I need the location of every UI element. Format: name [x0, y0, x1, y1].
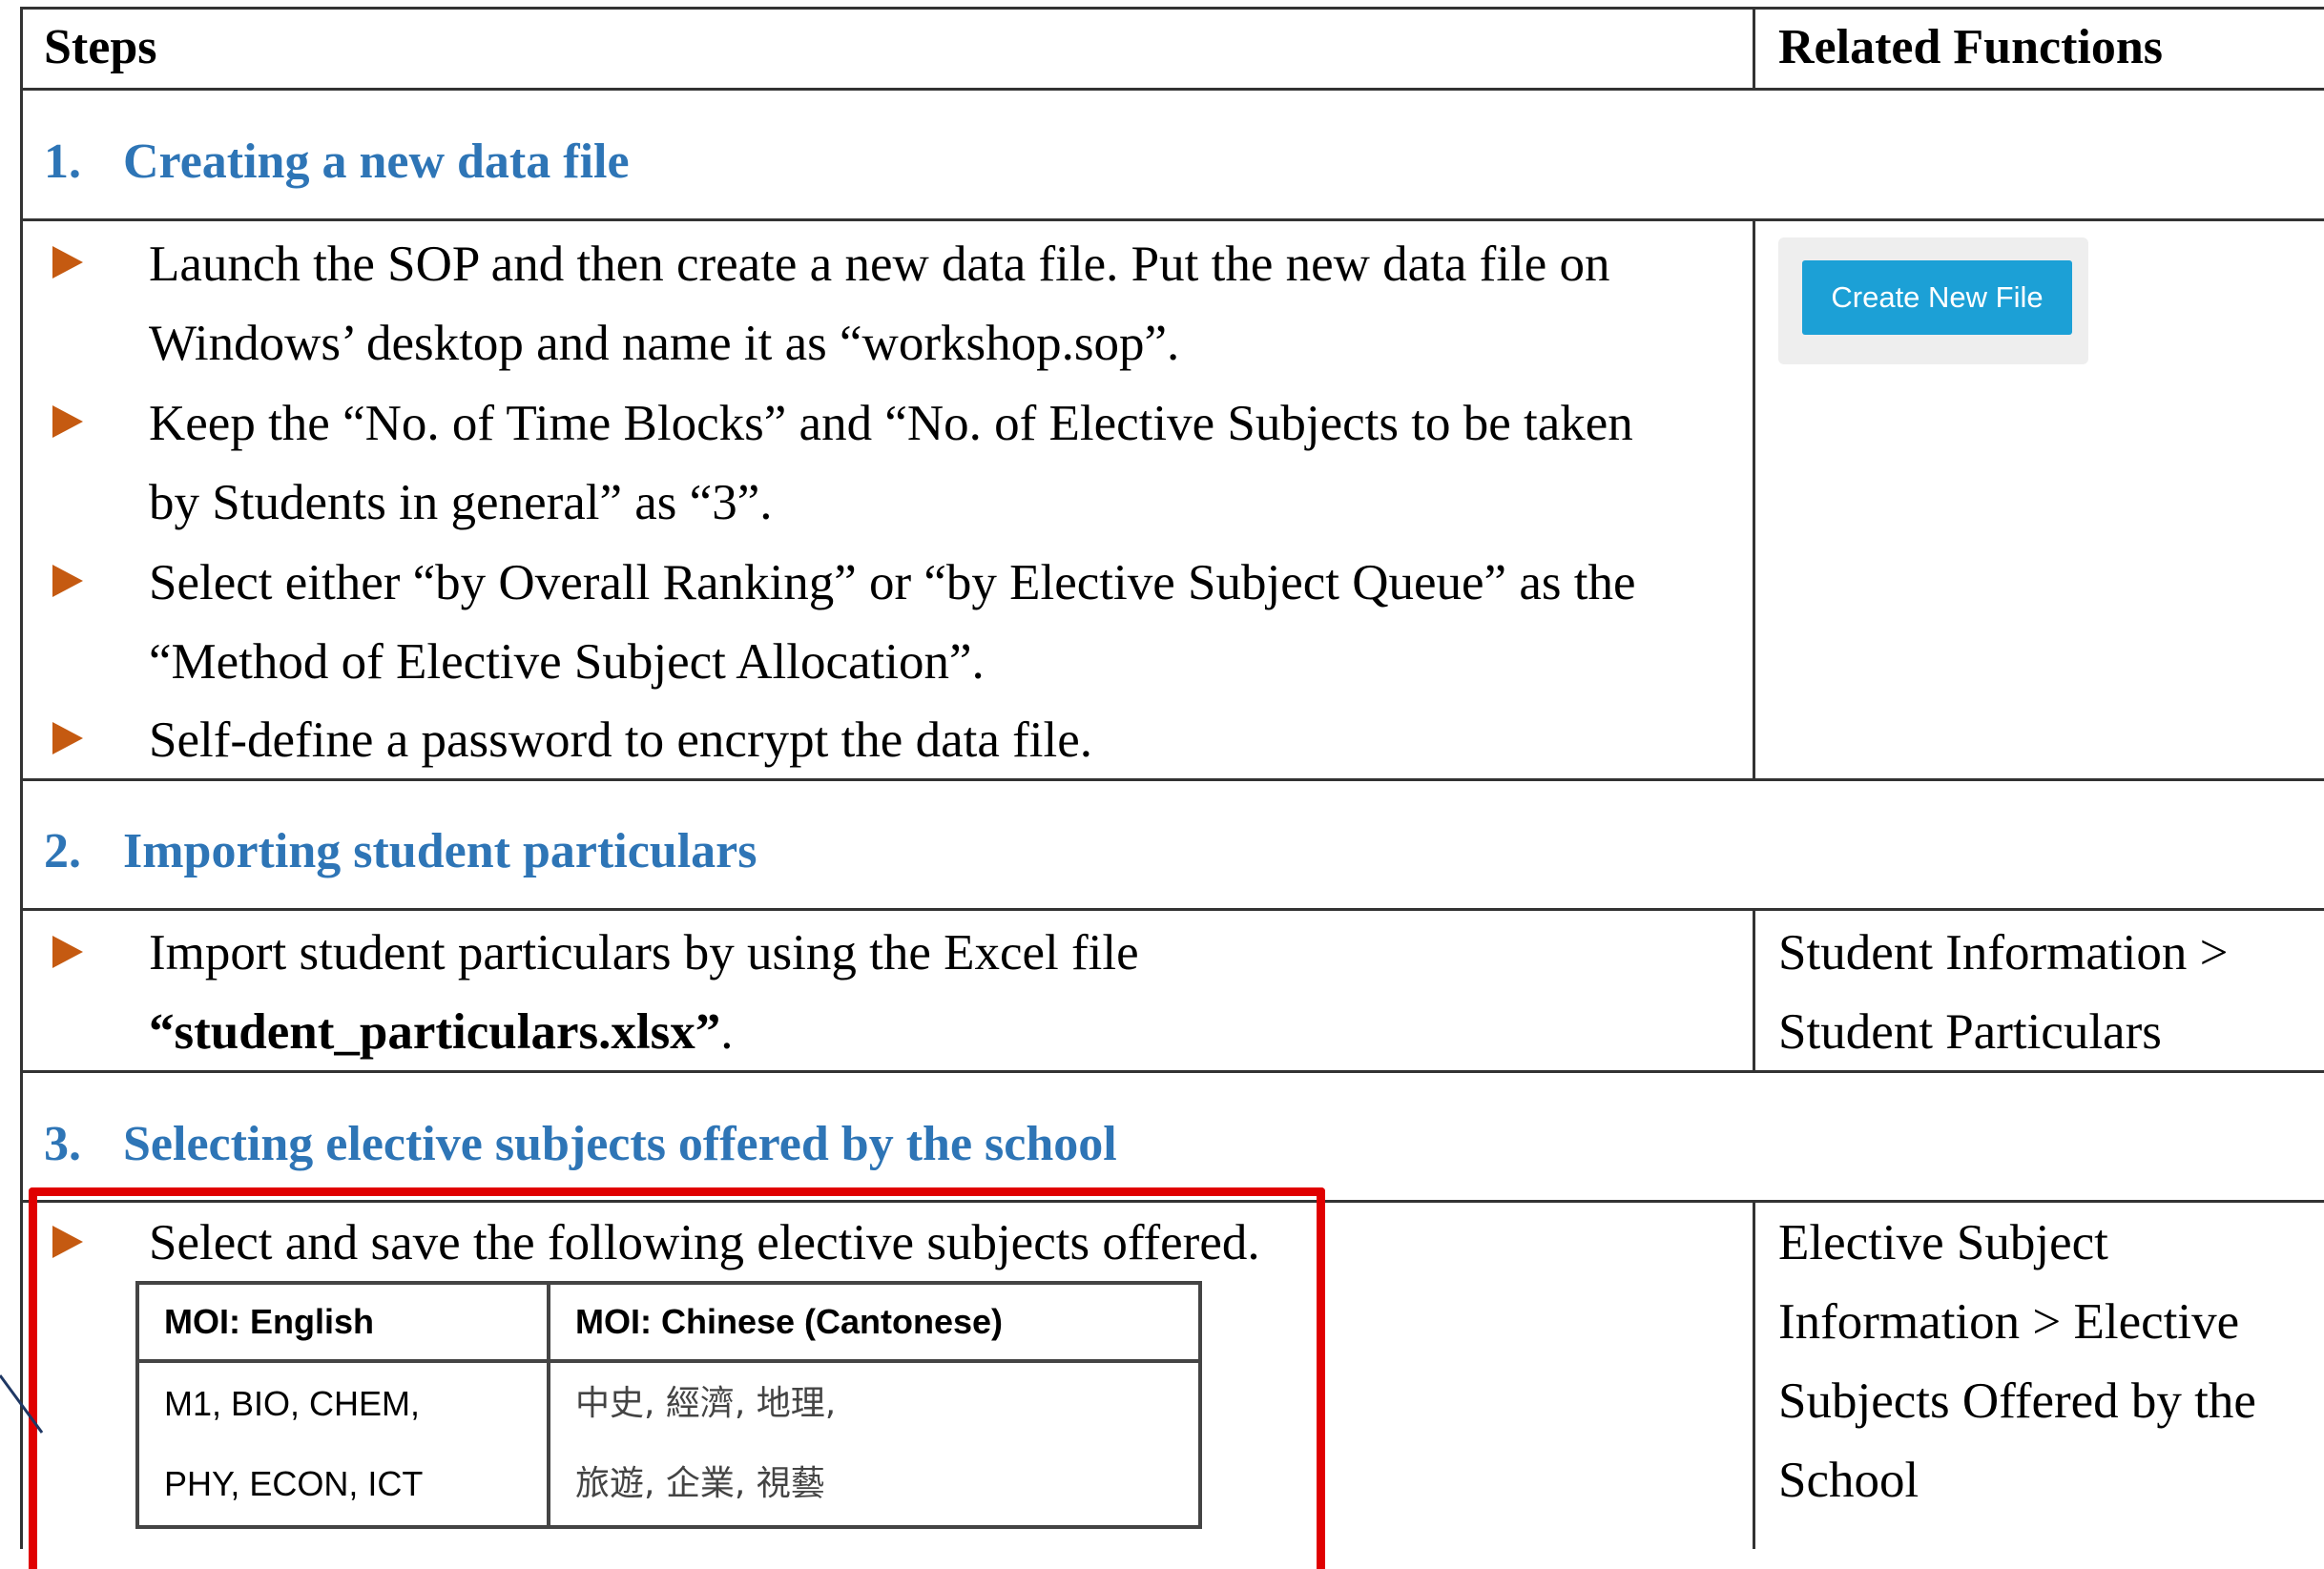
bullet-icon: [52, 722, 83, 754]
create-new-file-panel: Create New File: [1778, 237, 2088, 364]
section1-heading-border: [20, 218, 2324, 221]
create-new-file-button[interactable]: Create New File: [1802, 260, 2072, 335]
callout-pointer: [0, 1374, 44, 1434]
section1-bullet1-line2: Windows’ desktop and name it as “worksho…: [149, 316, 1180, 371]
section1-bullet3-line2: “Method of Elective Subject Allocation”.: [149, 634, 985, 690]
section2-number: 2.: [44, 824, 81, 878]
section1-bullet1-line1: Launch the SOP and then create a new dat…: [149, 237, 1610, 292]
highlight-box: [29, 1187, 1325, 1569]
section1-bullet2-line2: by Students in general” as “3”.: [149, 475, 773, 530]
column-divider-header: [1753, 7, 1755, 91]
section1-number: 1.: [44, 134, 81, 189]
student-particulars-filename: “student_particulars.xlsx”: [149, 1004, 721, 1060]
table-top-border: [20, 7, 2324, 10]
bullet-icon: [52, 565, 83, 597]
section2-bullet1-line1: Import student particulars by using the …: [149, 925, 1139, 981]
column-divider-section2: [1753, 908, 1755, 1073]
section2-title: Importing student particulars: [123, 824, 757, 878]
related-functions-column-header: Related Functions: [1778, 20, 2163, 74]
section3-related-line1: Elective Subject: [1778, 1215, 2108, 1270]
instruction-table: Steps Related Functions 1. Creating a ne…: [0, 0, 2324, 1569]
section3-title: Selecting elective subjects offered by t…: [123, 1117, 1117, 1171]
section2-heading-border: [20, 908, 2324, 911]
section3-related-line3: Subjects Offered by the: [1778, 1373, 2256, 1429]
table-left-border: [20, 7, 23, 1549]
bullet-icon: [52, 405, 83, 438]
sentence-period: .: [720, 1004, 734, 1060]
section2-bullet1-line2: “student_particulars.xlsx”.: [149, 993, 733, 1072]
section3-related-line4: School: [1778, 1453, 1919, 1508]
section1-bullet3-line1: Select either “by Overall Ranking” or “b…: [149, 555, 1636, 610]
section2-related-line1: Student Information >: [1778, 925, 2229, 981]
section2-related-line2: Student Particulars: [1778, 1004, 2162, 1060]
bullet-icon: [52, 246, 83, 279]
section1-title: Creating a new data file: [123, 134, 630, 189]
header-bottom-border: [20, 88, 2324, 91]
section3-number: 3.: [44, 1117, 81, 1171]
section3-related-line2: Information > Elective: [1778, 1294, 2240, 1350]
steps-column-header: Steps: [44, 20, 157, 74]
column-divider-section3: [1753, 1200, 1755, 1549]
section1-bullet2-line1: Keep the “No. of Time Blocks” and “No. o…: [149, 396, 1633, 451]
column-divider-section1: [1753, 218, 1755, 781]
section1-bullet4-line1: Self-define a password to encrypt the da…: [149, 712, 1092, 768]
bullet-icon: [52, 936, 83, 968]
